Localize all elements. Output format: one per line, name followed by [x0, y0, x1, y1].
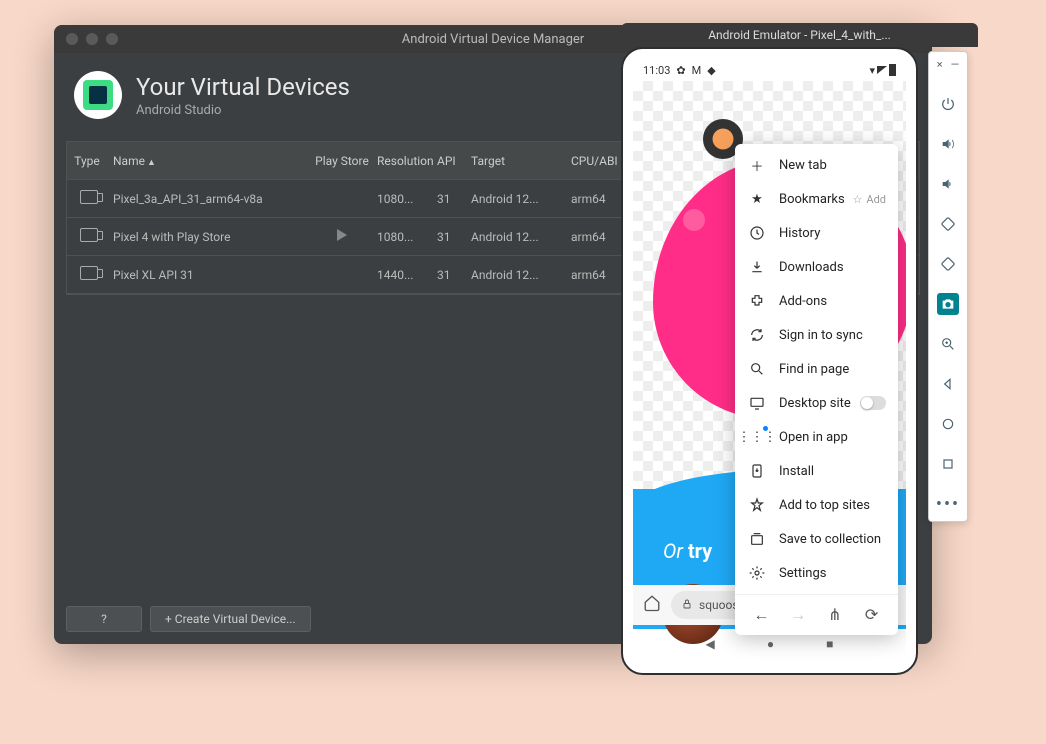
- overview-icon[interactable]: [937, 453, 959, 475]
- android-status-bar: 11:03 ✿ M ◆ ▾: [633, 59, 906, 81]
- clock-icon: [749, 225, 765, 241]
- nav-reload-icon[interactable]: ⟳: [863, 605, 881, 625]
- grid-icon: ⋮⋮⋮: [749, 429, 765, 445]
- emulator-side-toolbar: × — •••: [928, 51, 968, 522]
- plus-icon: ＋: [749, 157, 765, 173]
- download-icon: [749, 259, 765, 275]
- menu-downloads[interactable]: Downloads: [735, 250, 898, 284]
- nav-forward-icon[interactable]: →: [789, 605, 807, 625]
- android-studio-logo-icon: [74, 71, 122, 119]
- play-store-icon: [337, 229, 347, 241]
- device-name: Pixel XL API 31: [107, 268, 307, 282]
- home-icon[interactable]: [643, 594, 661, 616]
- col-api[interactable]: API: [437, 154, 471, 168]
- rotate-left-icon[interactable]: [937, 213, 959, 235]
- col-target[interactable]: Target: [471, 154, 571, 168]
- toolbar-minimize-button[interactable]: —: [951, 58, 960, 71]
- pin-icon: [749, 497, 765, 513]
- zoom-icon[interactable]: [937, 333, 959, 355]
- menu-add-top-sites[interactable]: Add to top sites: [735, 488, 898, 522]
- menu-nav-row: ← → ⋔ ⟳: [735, 594, 898, 631]
- menu-settings[interactable]: Settings: [735, 556, 898, 590]
- menu-sign-in[interactable]: Sign in to sync: [735, 318, 898, 352]
- install-icon: [749, 463, 765, 479]
- power-icon[interactable]: [937, 93, 959, 115]
- battery-icon: [889, 64, 896, 76]
- phone-frame: 11:03 ✿ M ◆ ▾: [621, 47, 918, 675]
- gear-icon: ✿: [676, 64, 685, 77]
- signal-icon: [877, 66, 887, 74]
- device-icon: [80, 228, 98, 242]
- wifi-icon: ▾: [869, 64, 875, 77]
- phone-screen[interactable]: 11:03 ✿ M ◆ ▾: [633, 59, 906, 663]
- more-icon[interactable]: •••: [937, 493, 959, 515]
- create-virtual-device-button[interactable]: + Create Virtual Device...: [150, 606, 311, 632]
- sync-icon: [749, 327, 765, 343]
- bookmarks-add-button[interactable]: ☆ Add: [853, 193, 886, 206]
- menu-addons[interactable]: Add-ons: [735, 284, 898, 318]
- sort-asc-icon: ▲: [147, 158, 156, 168]
- col-type[interactable]: Type: [67, 154, 107, 168]
- menu-new-tab[interactable]: ＋New tab: [735, 148, 898, 182]
- toolbar-close-button[interactable]: ×: [937, 58, 943, 71]
- browser-overflow-menu: ＋New tab ★Bookmarks☆ Add History Downloa…: [735, 144, 898, 635]
- star-filled-icon: ★: [749, 191, 765, 207]
- avd-heading: Your Virtual Devices: [136, 73, 350, 101]
- emulator-titlebar[interactable]: Android Emulator - Pixel_4_with_...: [621, 23, 978, 47]
- status-time: 11:03: [643, 64, 670, 77]
- col-name[interactable]: Name▲: [107, 154, 307, 168]
- menu-history[interactable]: History: [735, 216, 898, 250]
- desktop-site-toggle[interactable]: [860, 396, 886, 410]
- device-name: Pixel 4 with Play Store: [107, 230, 307, 244]
- back-icon[interactable]: [937, 373, 959, 395]
- nav-back-icon[interactable]: ←: [752, 605, 770, 625]
- col-play-store[interactable]: Play Store: [307, 154, 377, 168]
- collection-icon: [749, 531, 765, 547]
- mail-icon: M: [692, 64, 702, 77]
- android-back-icon[interactable]: ◀: [706, 637, 715, 651]
- avd-footer: ? + Create Virtual Device...: [66, 606, 311, 632]
- pink-dot-graphic: [683, 209, 705, 231]
- android-recents-icon[interactable]: ■: [826, 637, 833, 651]
- nav-share-icon[interactable]: ⋔: [826, 605, 844, 625]
- device-icon: [80, 190, 98, 204]
- col-resolution[interactable]: Resolution: [377, 154, 437, 168]
- page-cta-text: Or try: [663, 539, 712, 563]
- rotate-right-icon[interactable]: [937, 253, 959, 275]
- help-button[interactable]: ?: [66, 606, 142, 632]
- volume-down-icon[interactable]: [937, 173, 959, 195]
- device-name: Pixel_3a_API_31_arm64-v8a: [107, 192, 307, 206]
- menu-bookmarks[interactable]: ★Bookmarks☆ Add: [735, 182, 898, 216]
- menu-open-in-app[interactable]: ⋮⋮⋮Open in app: [735, 420, 898, 454]
- emulator-window-title: Android Emulator - Pixel_4_with_...: [708, 28, 891, 42]
- menu-desktop-site[interactable]: Desktop site: [735, 386, 898, 420]
- home-circle-icon[interactable]: [937, 413, 959, 435]
- search-icon: [749, 361, 765, 377]
- volume-up-icon[interactable]: [937, 133, 959, 155]
- lock-icon: [681, 598, 693, 613]
- android-home-icon[interactable]: ●: [767, 637, 774, 651]
- menu-find-in-page[interactable]: Find in page: [735, 352, 898, 386]
- gear-icon: [749, 565, 765, 581]
- message-icon: ◆: [707, 64, 715, 77]
- desktop-icon: [749, 395, 765, 411]
- menu-save-collection[interactable]: Save to collection: [735, 522, 898, 556]
- puzzle-icon: [749, 293, 765, 309]
- device-icon: [80, 266, 98, 280]
- emulator-window: Android Emulator - Pixel_4_with_... 11:0…: [621, 23, 978, 675]
- menu-install[interactable]: Install: [735, 454, 898, 488]
- avd-subheading: Android Studio: [136, 103, 350, 118]
- screenshot-icon[interactable]: [937, 293, 959, 315]
